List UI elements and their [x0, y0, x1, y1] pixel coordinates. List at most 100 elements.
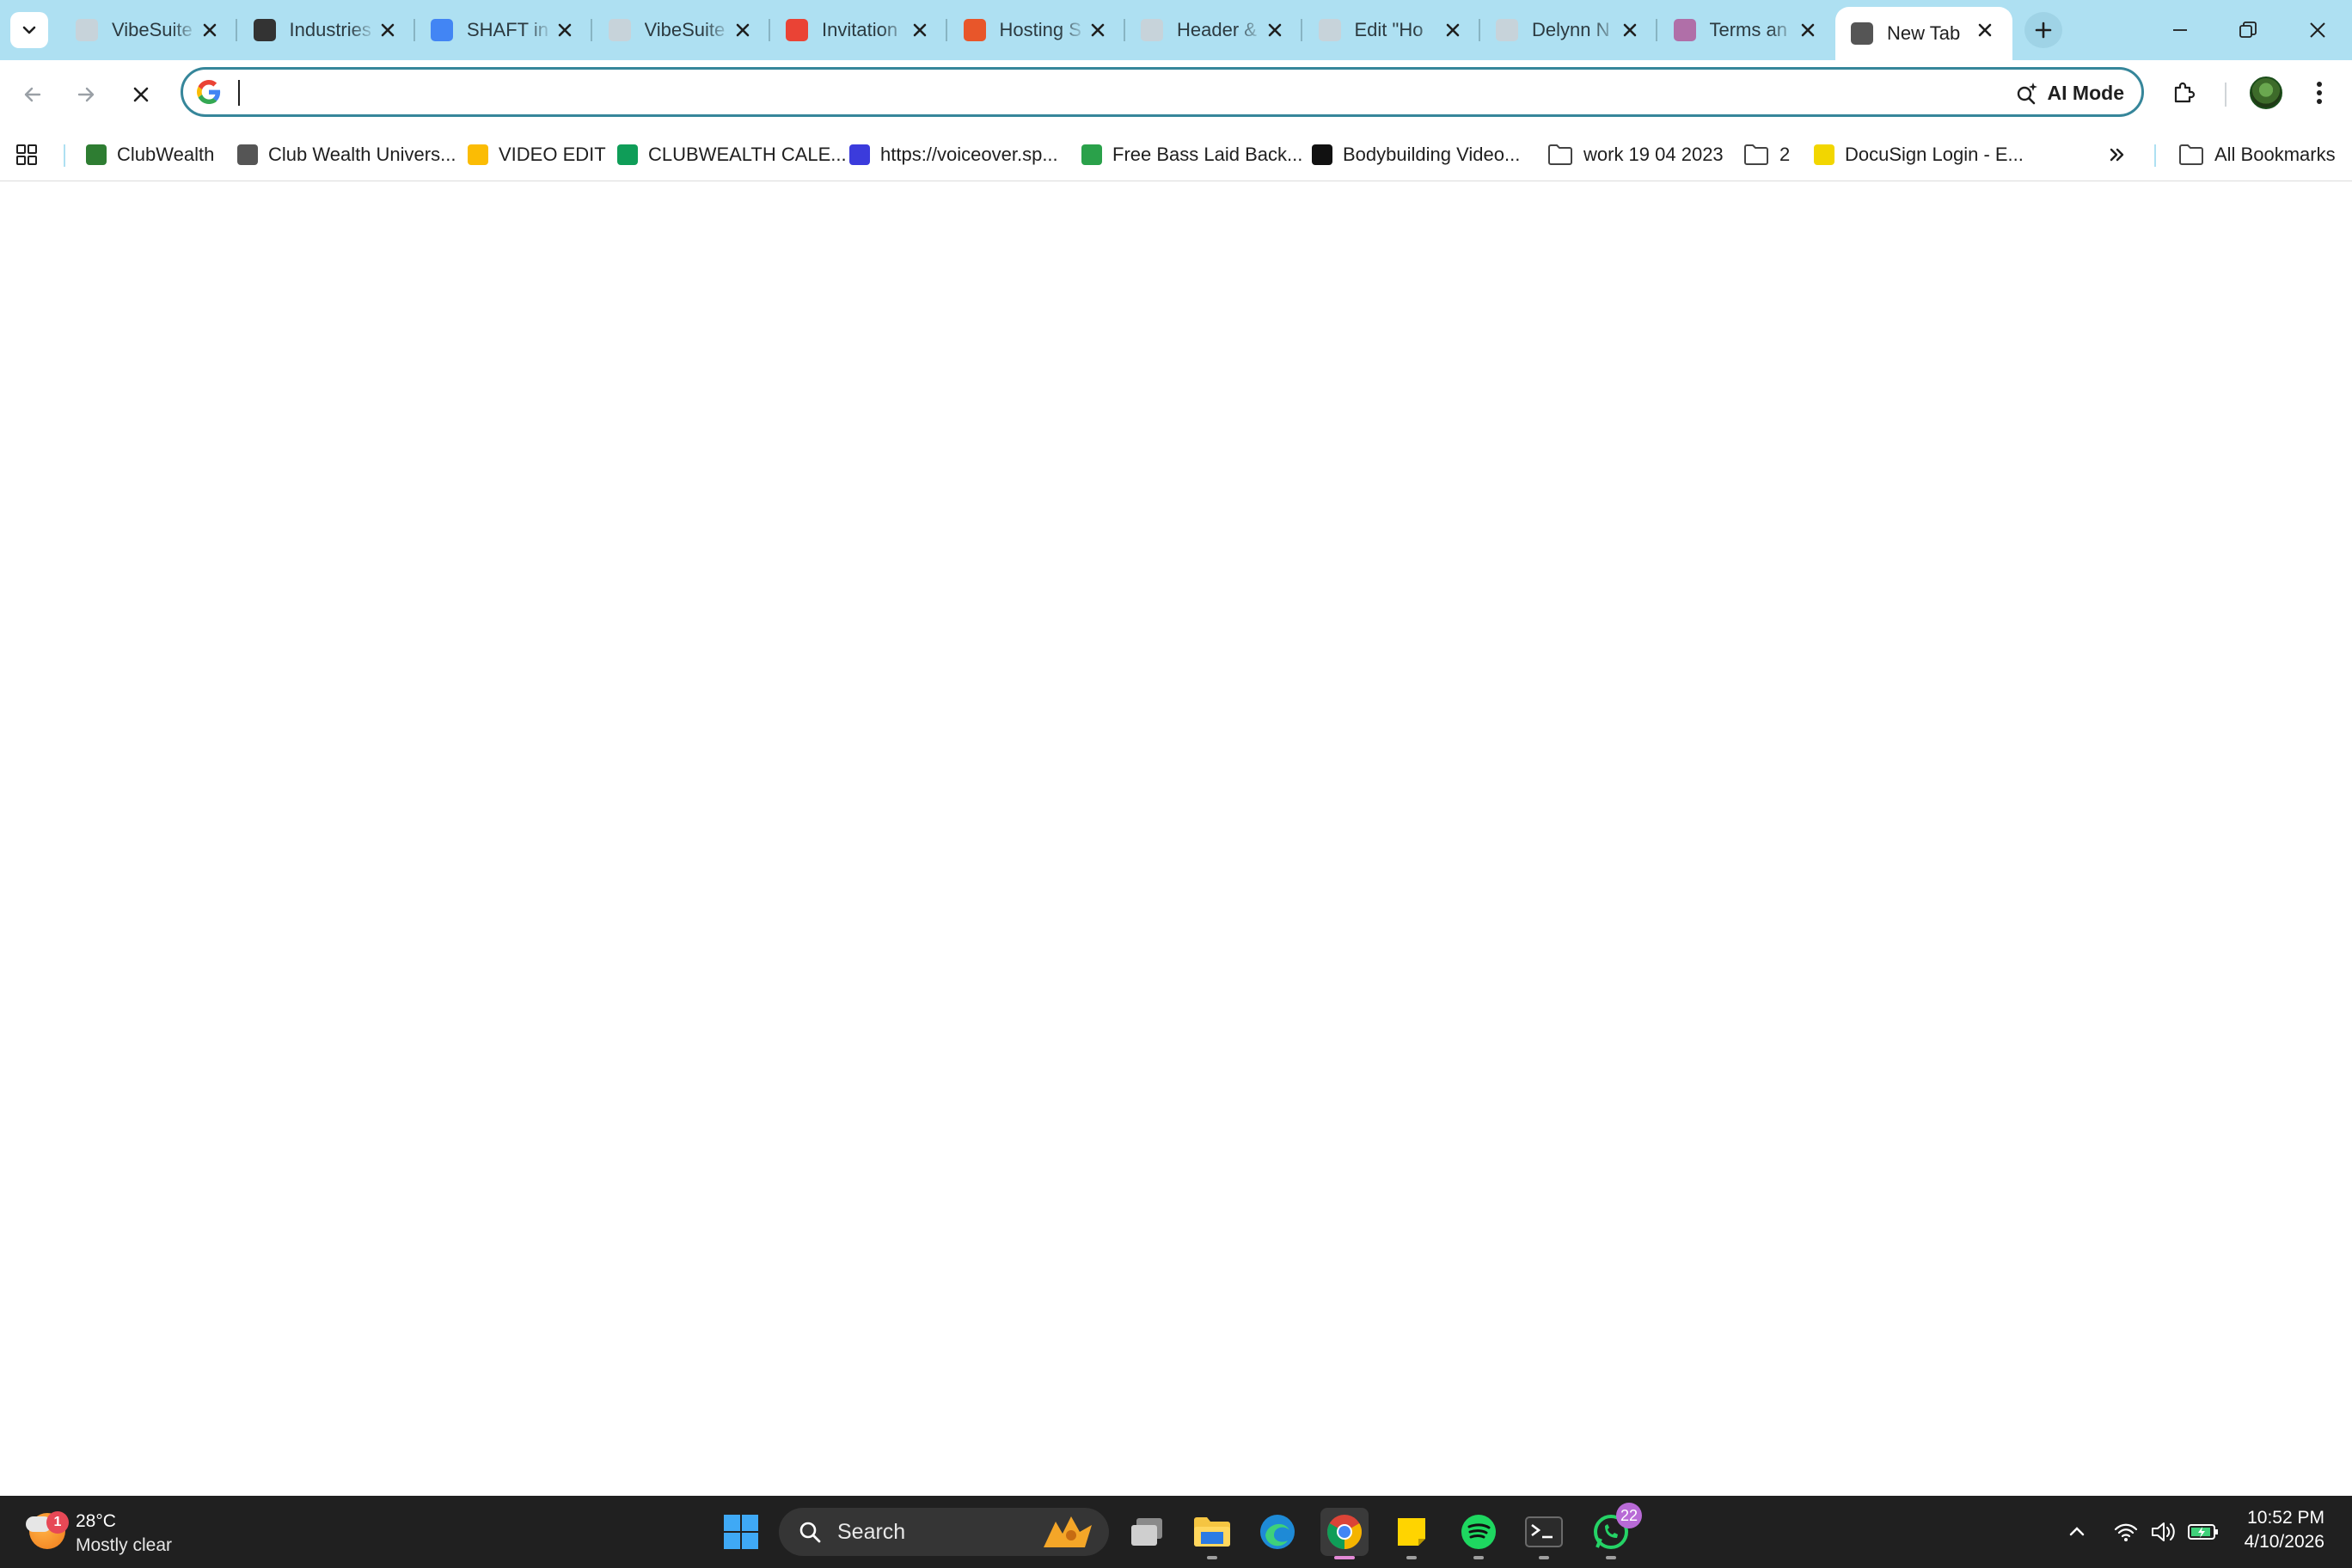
battery-icon	[2188, 1524, 2218, 1540]
edge-button[interactable]	[1253, 1508, 1302, 1556]
close-tab-icon[interactable]	[1620, 20, 1640, 40]
close-window-button[interactable]	[2292, 12, 2343, 48]
close-tab-icon[interactable]	[732, 20, 753, 40]
profile-button[interactable]	[2247, 74, 2285, 112]
bookmark-label: CLUBWEALTH CALE...	[648, 144, 847, 165]
restore-button[interactable]	[2222, 12, 2274, 48]
close-tab-icon[interactable]	[554, 20, 575, 40]
bookmark-item[interactable]: ClubWealth	[86, 138, 214, 172]
close-tab-icon[interactable]	[1442, 20, 1463, 40]
extensions-button[interactable]	[2165, 74, 2202, 112]
google-sheets-icon	[617, 144, 638, 165]
close-tab-icon[interactable]	[377, 20, 398, 40]
bookmark-item[interactable]: Club Wealth Univers...	[237, 138, 456, 172]
close-tab-icon[interactable]	[1798, 20, 1818, 40]
chrome-icon	[1327, 1515, 1362, 1549]
tab-title: New Tab	[1887, 22, 1961, 44]
close-tab-icon[interactable]	[1975, 20, 1995, 40]
terminal-icon	[1525, 1516, 1563, 1547]
bookmark-item[interactable]: work 19 04 2023	[1547, 138, 1724, 172]
folder-icon	[1194, 1517, 1230, 1547]
vibesuite-favicon	[76, 19, 98, 41]
close-tab-icon[interactable]	[1265, 20, 1285, 40]
plus-icon	[2035, 21, 2052, 39]
folder-icon	[1744, 144, 1768, 165]
tab-6[interactable]: Header &	[1125, 7, 1302, 53]
chevron-up-icon	[2069, 1527, 2085, 1536]
tab-3[interactable]: VibeSuite	[593, 7, 770, 53]
forward-button[interactable]	[67, 76, 105, 113]
tab-1[interactable]: Industries	[238, 7, 415, 53]
start-button[interactable]	[717, 1508, 765, 1556]
back-button[interactable]	[14, 76, 52, 113]
bookmark-item[interactable]: DocuSign Login - E...	[1814, 138, 2024, 172]
tab-8[interactable]: Delynn N	[1480, 7, 1657, 53]
stop-loading-button[interactable]	[122, 76, 160, 113]
weather-widget[interactable]: 1 28°C Mostly clear	[26, 1504, 215, 1559]
sticky-notes-button[interactable]	[1387, 1508, 1436, 1559]
bookmark-item[interactable]: VIDEO EDIT	[468, 138, 606, 172]
omnibox-input[interactable]	[235, 75, 1957, 111]
bookmark-item[interactable]: Free Bass Laid Back...	[1081, 138, 1302, 172]
close-tab-icon[interactable]	[910, 20, 930, 40]
bookmark-item[interactable]: 2	[1743, 138, 1790, 172]
weather-condition: Mostly clear	[76, 1535, 173, 1555]
voiceover-icon	[849, 144, 870, 165]
ai-mode-button[interactable]: AI Mode	[2015, 77, 2124, 109]
search-highlight-icon	[1044, 1516, 1092, 1547]
taskbar-search-label: Search	[837, 1519, 906, 1544]
tab-title: Industries	[289, 19, 371, 40]
tab-5[interactable]: Hosting S	[948, 7, 1125, 53]
more-bookmarks-button[interactable]	[2108, 138, 2127, 172]
file-explorer-button[interactable]	[1188, 1508, 1236, 1559]
folder-icon	[2179, 144, 2203, 165]
text-caret	[238, 80, 240, 106]
tab-2[interactable]: SHAFT in	[415, 7, 592, 53]
tab-10[interactable]: New Tab	[1835, 7, 2012, 60]
bookmarks-divider	[2154, 144, 2156, 167]
close-tab-icon[interactable]	[1087, 20, 1108, 40]
close-tab-icon[interactable]	[199, 20, 220, 40]
hosting-favicon	[963, 19, 986, 41]
spotify-button[interactable]	[1455, 1508, 1503, 1559]
clock-time: 10:52 PM	[2247, 1508, 2324, 1528]
task-view-button[interactable]	[1123, 1508, 1171, 1556]
taskbar-clock[interactable]: 10:52 PM 4/10/2026	[2245, 1506, 2324, 1554]
gmail-favicon	[786, 19, 808, 41]
all-bookmarks-button[interactable]: All Bookmarks	[2178, 138, 2336, 172]
tab-title: VibeSuite	[644, 19, 726, 40]
tab-0[interactable]: VibeSuite	[60, 7, 237, 53]
bookmark-item[interactable]: https://voiceover.sp...	[849, 138, 1058, 172]
bookmark-item[interactable]: Bodybuilding Video...	[1312, 138, 1520, 172]
tab-title: Terms an	[1709, 19, 1787, 40]
terms-favicon	[1673, 19, 1696, 41]
chrome-button[interactable]	[1320, 1508, 1369, 1559]
arrow-left-icon	[24, 87, 41, 102]
tab-search-button[interactable]	[10, 12, 48, 48]
windows-taskbar: 1 28°C Mostly clear Search 22 10:52 PM 4…	[0, 1496, 2352, 1568]
bookmark-item[interactable]: CLUBWEALTH CALE...	[617, 138, 847, 172]
browser-menu-button[interactable]	[2300, 74, 2338, 112]
apps-button[interactable]	[15, 138, 38, 172]
weather-badge: 1	[46, 1511, 69, 1534]
terminal-button[interactable]	[1520, 1508, 1568, 1559]
close-icon	[133, 87, 149, 102]
wifi-icon	[2114, 1523, 2138, 1541]
avatar	[2250, 77, 2282, 109]
tab-4[interactable]: Invitation	[770, 7, 947, 53]
star-icon	[237, 144, 258, 165]
minimize-button[interactable]	[2154, 12, 2206, 48]
show-hidden-icons-button[interactable]	[2060, 1515, 2094, 1549]
system-tray-status[interactable]	[2106, 1515, 2226, 1549]
tab-7[interactable]: Edit "Ho	[1303, 7, 1480, 53]
taskbar-search[interactable]: Search	[779, 1508, 1109, 1556]
tab-9[interactable]: Terms an	[1658, 7, 1835, 53]
task-view-icon	[1131, 1518, 1162, 1546]
tab-strip: VibeSuite Industries SHAFT in VibeSuite Invi…	[0, 0, 2352, 60]
whatsapp-button[interactable]: 22	[1587, 1503, 1642, 1559]
new-tab-button[interactable]	[2024, 12, 2062, 48]
vibesuite-favicon	[1318, 19, 1341, 41]
address-bar[interactable]: AI Mode	[181, 67, 2144, 117]
px-icon	[1081, 144, 1102, 165]
tab-title: Edit "Ho	[1354, 19, 1424, 40]
